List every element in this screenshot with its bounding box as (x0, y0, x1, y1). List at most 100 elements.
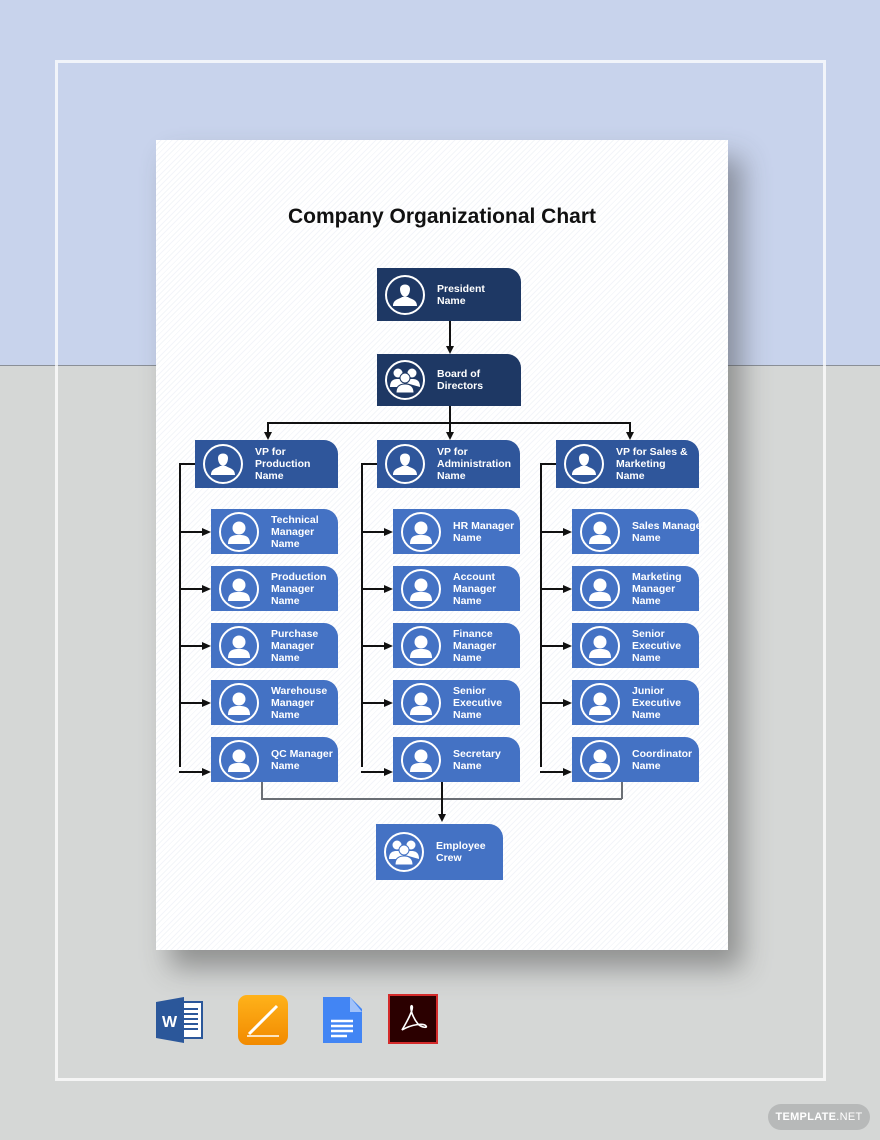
person-icon (589, 692, 611, 715)
report-box[interactable]: Account Manager Name (393, 566, 520, 611)
box-label-line: Name (616, 470, 645, 482)
box-label-line: Name (453, 594, 482, 607)
report-box[interactable]: QC Manager Name (211, 737, 338, 782)
avatar (580, 682, 620, 723)
connector-line (441, 798, 443, 814)
box-label-line: Manager (453, 582, 497, 595)
watermark-bold: TEMPLATE (775, 1111, 837, 1123)
box-label-line: VP for (255, 446, 286, 458)
report-box[interactable]: Warehouse Manager Name (211, 680, 338, 725)
arrow-right-icon (202, 584, 211, 593)
avatar (580, 568, 620, 609)
document-page: Company Organizational Chart President Na… (156, 140, 728, 950)
person-icon (410, 692, 432, 715)
google-docs-icon[interactable] (317, 994, 369, 1046)
report-box[interactable]: Coordinator Name (572, 737, 699, 782)
person-icon (393, 453, 417, 475)
box-label: Marketing Manager Name (632, 571, 682, 607)
connector-line (361, 588, 384, 590)
avatar (580, 511, 620, 552)
report-box[interactable]: HR Manager Name (393, 509, 520, 554)
box-label: QC Manager Name (271, 748, 333, 772)
box-label: VP for Administration Name (437, 446, 511, 482)
board-box[interactable]: Board of Directors (377, 354, 521, 406)
box-label-line: Name (271, 537, 300, 550)
pdf-icon[interactable] (388, 994, 440, 1046)
box-label-line: Employee (436, 840, 486, 852)
avatar (385, 274, 425, 315)
box-label-line: Sales Manager (632, 519, 706, 532)
box-label-line: Purchase (271, 627, 319, 640)
box-label-line: Production (255, 458, 311, 470)
box-label-line: Manager (271, 639, 315, 652)
avatar (385, 444, 425, 484)
box-label: Coordinator Name (632, 748, 692, 772)
arrow-right-icon (563, 584, 572, 593)
report-box[interactable]: Secretary Name (393, 737, 520, 782)
box-label-line: Name (437, 294, 466, 307)
person-icon (228, 521, 250, 544)
report-box[interactable]: Senior Executive Name (572, 623, 699, 668)
person-icon (410, 521, 432, 544)
avatar (401, 682, 441, 723)
box-label-line: Junior (632, 684, 665, 697)
group-icon (390, 368, 420, 394)
connector-line (621, 782, 623, 799)
box-label-line: Warehouse (271, 684, 328, 697)
box-label: Junior Executive Name (632, 685, 681, 721)
connector-line (540, 771, 563, 773)
box-label: Technical Manager Name (271, 514, 319, 550)
connector-line (179, 771, 202, 773)
connector-line (179, 463, 195, 465)
report-box[interactable]: Senior Executive Name (393, 680, 520, 725)
arrow-right-icon (202, 698, 211, 707)
box-label: VP for Production Name (255, 446, 310, 482)
box-label: Senior Executive Name (632, 628, 681, 664)
report-box[interactable]: Technical Manager Name (211, 509, 338, 554)
report-box[interactable]: Production Manager Name (211, 566, 338, 611)
person-icon (228, 635, 250, 658)
report-box[interactable]: Marketing Manager Name (572, 566, 699, 611)
arrow-right-icon (563, 641, 572, 650)
avatar (401, 511, 441, 552)
connector-line (361, 463, 363, 767)
report-box[interactable]: Sales Manager Name (572, 509, 706, 554)
avatar (401, 739, 441, 780)
box-label-line: Name (271, 708, 300, 721)
pages-icon[interactable] (237, 994, 289, 1046)
vp-box[interactable]: VP for Administration Name (377, 440, 520, 488)
report-box[interactable]: Purchase Manager Name (211, 623, 338, 668)
avatar (580, 739, 620, 780)
box-label: HR Manager Name (453, 520, 514, 544)
person-icon (228, 749, 250, 772)
connector-line (179, 463, 181, 767)
vp-box[interactable]: VP for Sales & Marketing Name (556, 440, 699, 488)
box-label-line: Finance (453, 627, 493, 640)
box-label-line: VP for Sales & (616, 446, 688, 458)
avatar (219, 682, 259, 723)
report-box[interactable]: Finance Manager Name (393, 623, 520, 668)
connector-line (449, 406, 451, 422)
report-box[interactable]: Junior Executive Name (572, 680, 699, 725)
box-label-line: Name (271, 759, 300, 772)
employee-crew-box[interactable]: Employee Crew (376, 824, 503, 880)
box-label: Finance Manager Name (453, 628, 496, 664)
connector-line (629, 422, 631, 432)
connector-line (361, 702, 384, 704)
person-icon (211, 453, 235, 475)
president-box[interactable]: President Name (377, 268, 521, 321)
box-label: Purchase Manager Name (271, 628, 318, 664)
arrow-down-icon (263, 432, 272, 440)
avatar (564, 444, 604, 484)
box-label-line: Administration (437, 458, 512, 470)
arrow-down-icon (625, 432, 634, 440)
group-icon (389, 840, 419, 866)
word-icon[interactable]: W (154, 994, 206, 1046)
arrow-down-icon (445, 432, 454, 440)
connector-line (540, 463, 542, 767)
person-icon (393, 284, 417, 306)
vp-box[interactable]: VP for Production Name (195, 440, 338, 488)
connector-line (361, 771, 384, 773)
box-label-line: Name (453, 531, 482, 544)
box-label-line: Technical (271, 513, 319, 526)
